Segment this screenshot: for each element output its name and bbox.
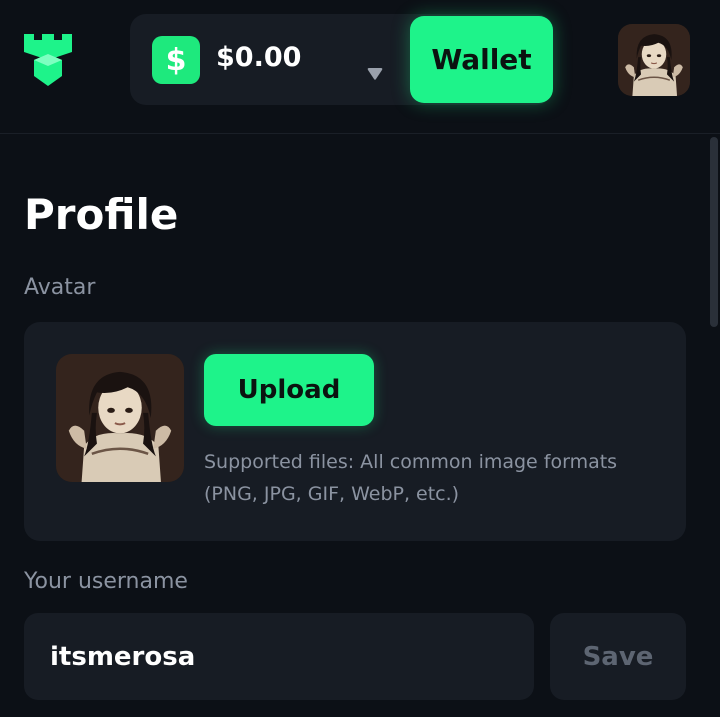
- avatar-preview: [56, 354, 184, 482]
- page-title: Profile: [24, 190, 179, 239]
- top-navigation-bar: $ $0.00 Wallet: [0, 0, 720, 134]
- scrollbar-thumb[interactable]: [710, 137, 718, 327]
- supported-files-text: Supported files: All common image format…: [204, 451, 618, 505]
- user-avatar[interactable]: [618, 24, 690, 96]
- dollar-sign-icon: $: [152, 36, 200, 84]
- username-input[interactable]: [24, 613, 534, 700]
- upload-button[interactable]: Upload: [204, 354, 374, 426]
- username-label: Your username: [24, 569, 188, 594]
- wallet-button[interactable]: Wallet: [410, 16, 553, 103]
- save-button[interactable]: Save: [550, 613, 686, 700]
- castle-tower-icon[interactable]: [22, 30, 74, 88]
- chevron-down-icon[interactable]: [366, 66, 384, 82]
- avatar-section-label: Avatar: [24, 275, 96, 300]
- balance-amount: $0.00: [216, 42, 302, 73]
- avatar-card: Upload Supported files: All common image…: [24, 322, 686, 541]
